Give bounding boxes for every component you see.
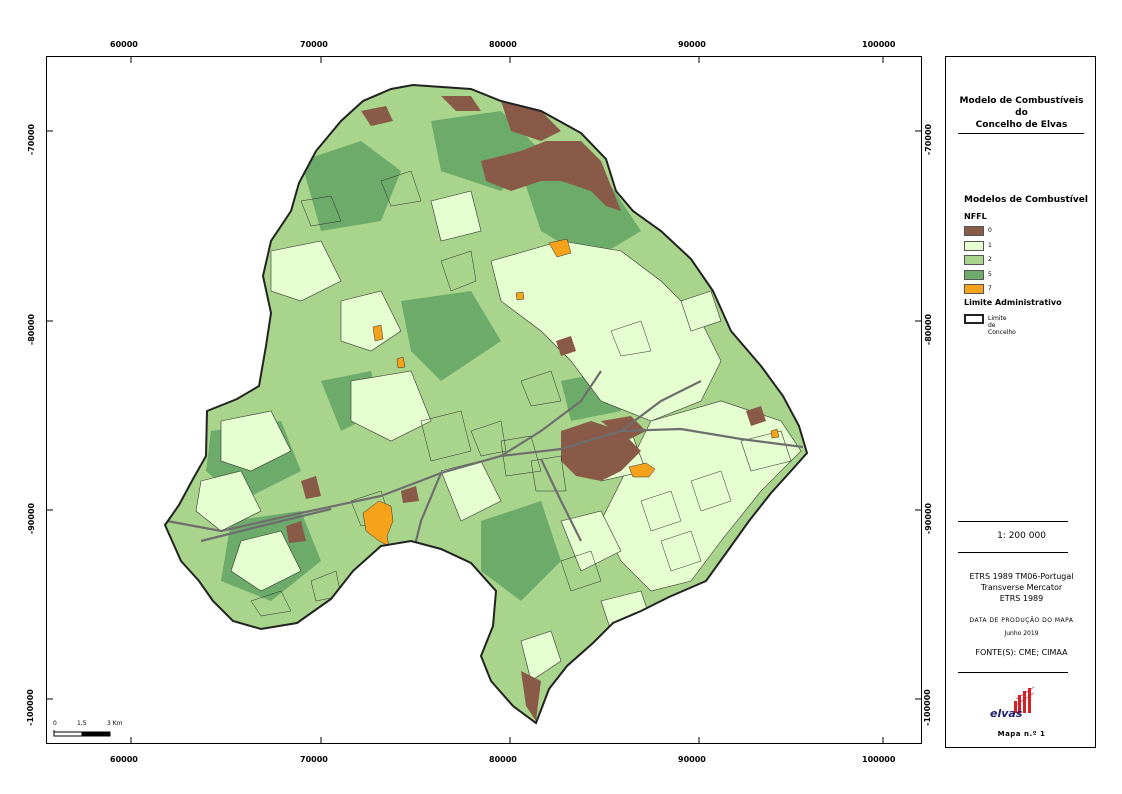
legend-label-2: 2 [988, 256, 992, 263]
x-tick-bottom-2: 70000 [300, 755, 328, 764]
y-tick-right-4: -100000 [922, 689, 932, 726]
legend-label-0: 0 [988, 227, 992, 234]
map-frame[interactable]: 0 1,5 3 Km [46, 56, 922, 744]
map-title-line-1: Modelo de Combustíveis [959, 96, 1084, 106]
y-tick-right-3: -90000 [924, 502, 934, 535]
scale-divider-top [958, 521, 1068, 522]
map-title-line-3: Concelho de Elvas [975, 120, 1068, 130]
x-tick-top-4: 90000 [678, 40, 706, 49]
crs-line-3: ETRS 1989 [999, 594, 1044, 603]
crs-text: ETRS 1989 TM06-Portugal Transverse Merca… [946, 571, 1097, 604]
legend-label-concelho: Limite de Concelho [988, 315, 1016, 336]
source-text: FONTE(S): CME; CIMAA [975, 648, 1068, 657]
production-date-value: Junho 2019 [1004, 630, 1039, 637]
source-divider [958, 672, 1068, 673]
legend-label-5: 5 [988, 271, 992, 278]
legend-label-1: 1 [988, 242, 992, 249]
map-title: Modelo de Combustíveis do Concelho de El… [946, 95, 1097, 131]
x-tick-top-1: 60000 [110, 40, 138, 49]
map-title-line-2: do [1015, 108, 1028, 118]
y-tick-left-3: -90000 [27, 502, 37, 535]
elvas-logo: elvas [990, 685, 1040, 721]
legend-swatch-5 [964, 270, 984, 280]
legend-label-7: 7 [988, 285, 992, 292]
crs-line-1: ETRS 1989 TM06-Portugal [969, 572, 1074, 581]
x-tick-top-3: 80000 [489, 40, 517, 49]
legend-swatch-7 [964, 284, 984, 294]
y-tick-right-1: -70000 [924, 123, 934, 156]
admin-limit-title: Limite Administrativo [964, 298, 1062, 307]
legend-panel: Modelo de Combustíveis do Concelho de El… [945, 56, 1096, 748]
scale-bar [53, 730, 111, 737]
elvas-logo-text: elvas [990, 707, 1023, 720]
y-tick-left-4: -100000 [25, 689, 35, 726]
nffl-label: NFFL [964, 212, 987, 221]
title-divider [958, 133, 1084, 134]
x-tick-top-2: 70000 [300, 40, 328, 49]
y-tick-right-2: -80000 [924, 313, 934, 346]
legend-swatch-concelho [964, 314, 984, 324]
y-tick-left-1: -70000 [27, 123, 37, 156]
x-tick-bottom-3: 80000 [489, 755, 517, 764]
scalebar-label-0: 0 [53, 720, 57, 727]
scale-text: 1: 200 000 [997, 531, 1046, 541]
x-tick-bottom-5: 100000 [862, 755, 896, 764]
legend-section-title: Modelos de Combustível [964, 195, 1088, 205]
x-tick-top-5: 100000 [862, 40, 896, 49]
production-date-label: DATA DE PRODUÇÃO DO MAPA [969, 617, 1074, 624]
legend-swatch-0 [964, 226, 984, 236]
y-tick-left-2: -80000 [27, 313, 37, 346]
crs-line-2: Transverse Mercator [980, 583, 1063, 592]
scalebar-label-end: 3 Km [107, 720, 123, 727]
x-tick-bottom-1: 60000 [110, 755, 138, 764]
map-number: Mapa n.º 1 [997, 730, 1046, 738]
legend-swatch-2 [964, 255, 984, 265]
map-canvas[interactable] [47, 57, 921, 743]
scale-divider-bottom [958, 552, 1068, 553]
scalebar-label-mid: 1,5 [77, 720, 87, 727]
x-tick-bottom-4: 90000 [678, 755, 706, 764]
legend-swatch-1 [964, 241, 984, 251]
